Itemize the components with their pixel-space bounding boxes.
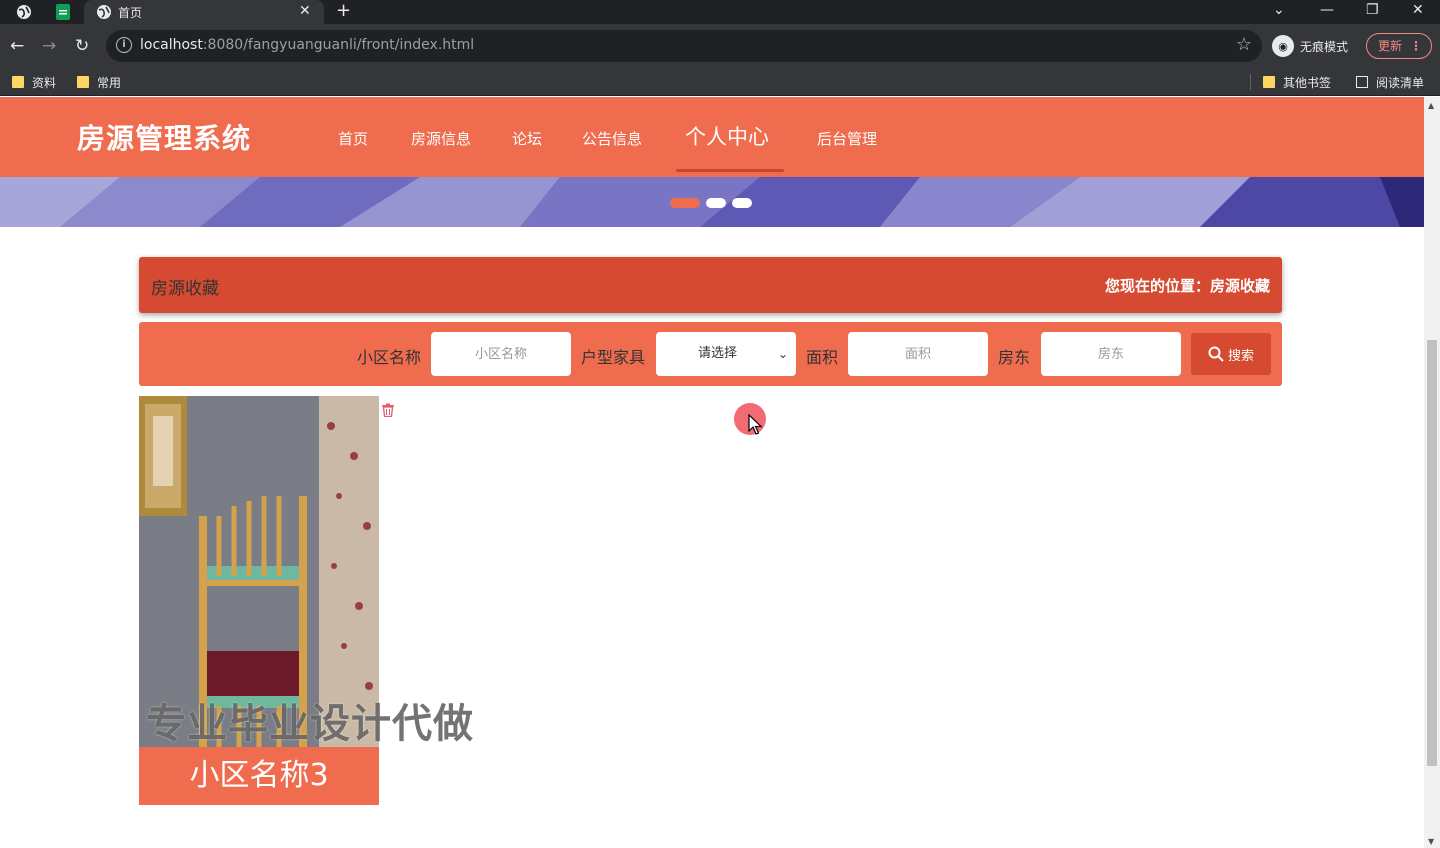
bookmark-label: 常用	[97, 75, 122, 90]
sheet-icon[interactable]	[53, 2, 73, 22]
area-input[interactable]	[848, 332, 988, 376]
star-icon[interactable]: ☆	[1236, 34, 1252, 55]
browser-tab-bar: 首页 ✕ + ⌄ — ❐ ✕	[0, 0, 1440, 24]
carousel-dot[interactable]	[732, 198, 752, 208]
bookmarks-bar: 资料 常用 其他书签 阅读清单	[0, 68, 1440, 96]
watermark-text: 专业毕业设计代做	[146, 701, 474, 747]
site-title[interactable]: 房源管理系统	[77, 117, 251, 157]
close-window-icon[interactable]: ✕	[1412, 2, 1424, 18]
bookmark-label: 其他书签	[1283, 75, 1332, 90]
search-button[interactable]: 搜索	[1191, 333, 1271, 375]
scroll-down-icon[interactable]: ▼	[1428, 837, 1434, 846]
carousel-dot-active[interactable]	[670, 198, 700, 208]
community-label: 小区名称	[357, 348, 422, 367]
close-icon[interactable]: ✕	[299, 3, 311, 19]
banner-carousel	[0, 177, 1424, 227]
divider	[1250, 74, 1251, 90]
more-icon[interactable]: ⋮	[1410, 34, 1422, 58]
bookmark-folder[interactable]: 资料	[12, 72, 56, 92]
browser-toolbar: ← → ↻ i localhost:8080/fangyuanguanli/fr…	[0, 24, 1440, 68]
reading-list-icon	[1356, 76, 1368, 88]
nav-home[interactable]: 首页	[338, 128, 368, 149]
update-button[interactable]: 更新 ⋮	[1366, 33, 1432, 59]
nav-active-indicator	[676, 169, 784, 172]
site-header: 房源管理系统 首页 房源信息 论坛 公告信息 个人中心 后台管理	[0, 97, 1424, 177]
bookmark-folder[interactable]: 常用	[77, 72, 121, 92]
area-label: 面积	[806, 348, 839, 367]
incognito-label: 无痕模式	[1300, 39, 1349, 54]
back-icon[interactable]: ←	[10, 36, 24, 56]
layout-select[interactable]: 请选择 ⌄	[656, 332, 796, 376]
carousel-dot[interactable]	[706, 198, 726, 208]
incognito-icon: ◉	[1272, 35, 1294, 57]
active-tab[interactable]: 首页 ✕	[84, 0, 324, 24]
page-title: 房源收藏	[151, 279, 219, 299]
scroll-thumb[interactable]	[1427, 340, 1437, 766]
new-tab-icon[interactable]: +	[336, 0, 351, 21]
breadcrumb: 房源收藏 您现在的位置：房源收藏	[139, 257, 1282, 313]
folder-icon	[12, 76, 24, 88]
forward-icon[interactable]: →	[42, 36, 56, 56]
bookmark-label: 资料	[32, 75, 57, 90]
nav-forum[interactable]: 论坛	[512, 128, 542, 149]
community-input[interactable]	[431, 332, 571, 376]
search-button-label: 搜索	[1227, 348, 1254, 364]
restore-icon[interactable]: ❐	[1366, 2, 1379, 18]
globe-icon	[96, 4, 112, 23]
nav-notices[interactable]: 公告信息	[582, 128, 642, 149]
location-text: 您现在的位置：房源收藏	[1104, 277, 1270, 295]
bookmark-label: 阅读清单	[1376, 75, 1425, 90]
nav-admin[interactable]: 后台管理	[817, 128, 877, 149]
search-icon	[1208, 346, 1224, 362]
folder-icon	[77, 76, 89, 88]
trash-icon[interactable]	[381, 402, 395, 418]
nav-personal-center[interactable]: 个人中心	[685, 121, 769, 151]
minimize-icon[interactable]: —	[1320, 2, 1334, 18]
chevron-down-icon: ⌄	[777, 347, 788, 361]
nav-listings[interactable]: 房源信息	[411, 128, 471, 149]
landlord-input[interactable]	[1041, 332, 1181, 376]
globe-icon[interactable]	[14, 2, 34, 22]
url-text: localhost:8080/fangyuanguanli/front/inde…	[140, 37, 475, 53]
card-title[interactable]: 小区名称3	[139, 747, 379, 805]
chevron-down-icon[interactable]: ⌄	[1273, 2, 1285, 18]
info-icon[interactable]: i	[116, 37, 132, 53]
incognito-indicator[interactable]: ◉ 无痕模式	[1272, 34, 1348, 58]
layout-label: 户型家具	[581, 348, 646, 367]
other-bookmarks[interactable]: 其他书签	[1263, 72, 1331, 92]
folder-icon	[1263, 76, 1275, 88]
tab-title: 首页	[118, 6, 143, 20]
reading-list[interactable]: 阅读清单	[1356, 72, 1424, 92]
scroll-up-icon[interactable]: ▲	[1428, 101, 1434, 110]
search-bar: 小区名称 户型家具 请选择 ⌄ 面积 房东 搜索	[139, 322, 1282, 386]
landlord-label: 房东	[998, 348, 1031, 367]
update-label: 更新	[1378, 39, 1403, 53]
page-viewport: 房源管理系统 首页 房源信息 论坛 公告信息 个人中心 后台管理 房源收藏 您现…	[0, 97, 1424, 848]
page-scrollbar[interactable]: ▲ ▼	[1424, 97, 1440, 848]
reload-icon[interactable]: ↻	[75, 36, 89, 56]
address-bar[interactable]: i localhost:8080/fangyuanguanli/front/in…	[106, 30, 1262, 62]
mouse-cursor-icon	[748, 414, 762, 435]
select-value: 请选择	[698, 346, 738, 361]
